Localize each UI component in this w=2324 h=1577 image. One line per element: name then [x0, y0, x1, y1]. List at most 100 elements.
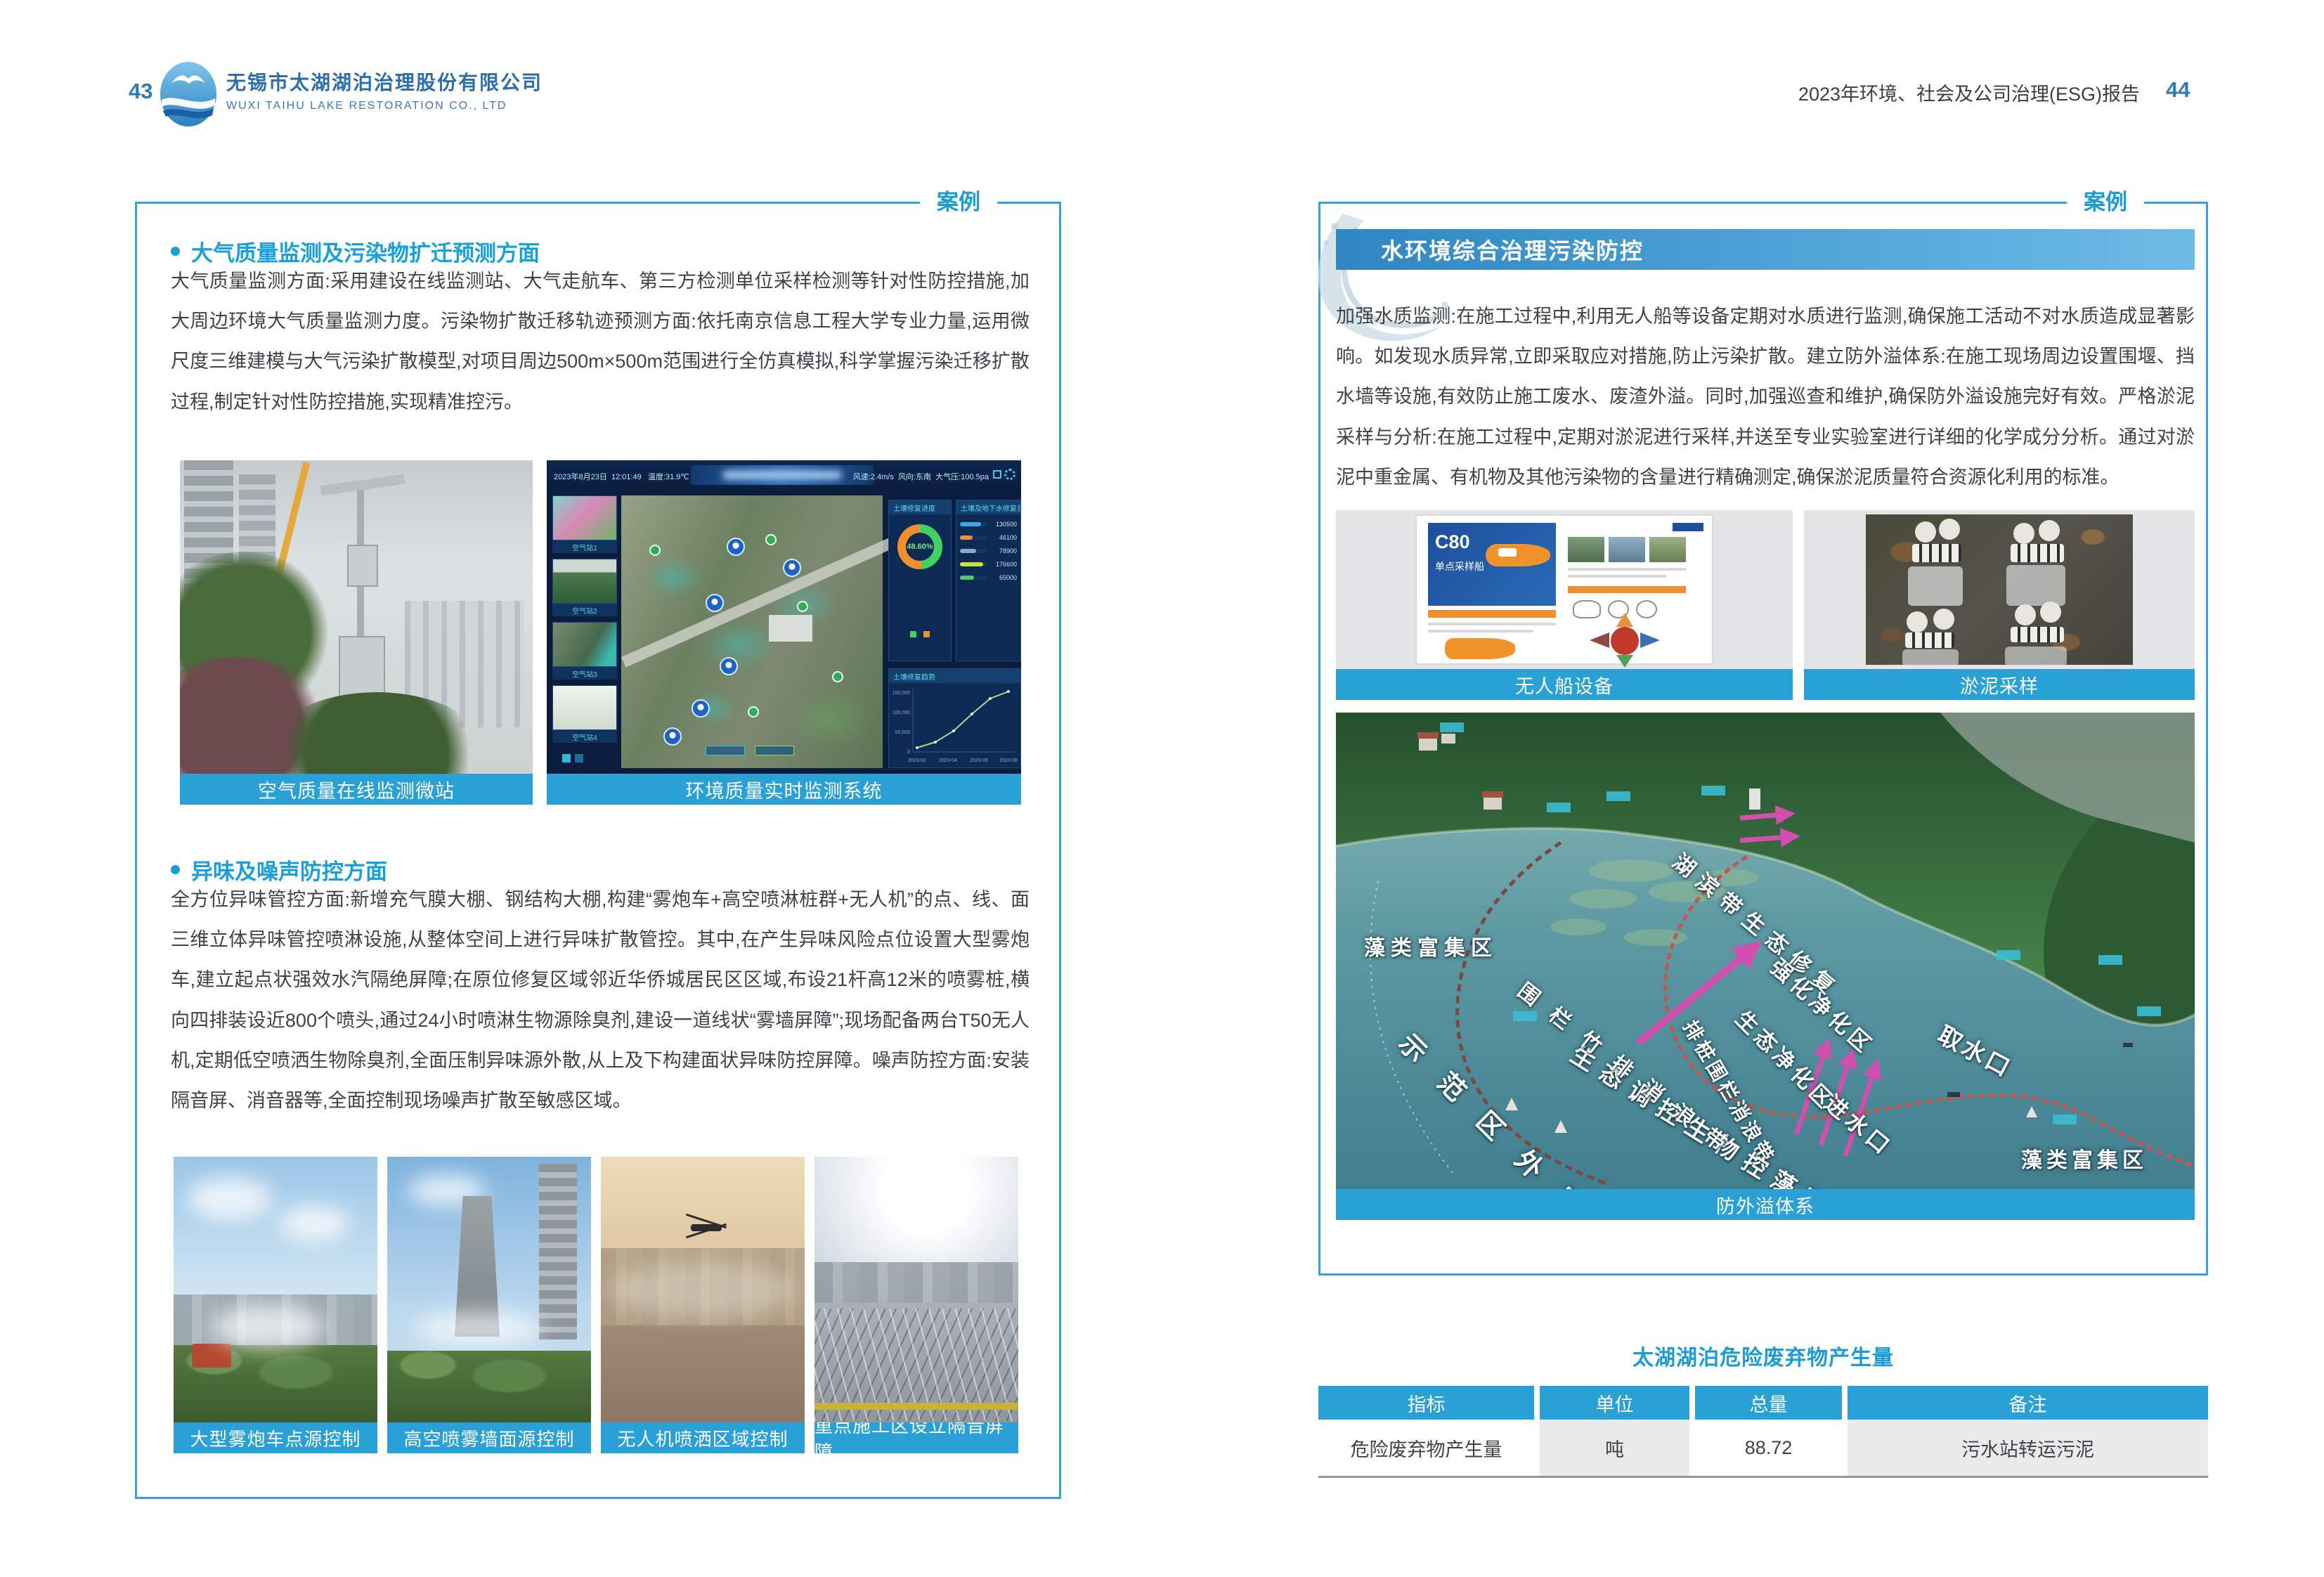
pinwheel-center: [1611, 627, 1639, 655]
map-marker[interactable]: [663, 727, 682, 746]
pager-dot[interactable]: [562, 754, 571, 762]
soil-trend-panel: 土壤修复趋势 150,000 100,000 50,000 0 2023-02 …: [888, 668, 1021, 768]
sample-bag: [2005, 647, 2067, 666]
road-shape: [621, 537, 895, 667]
table-cell: 吨: [1540, 1420, 1689, 1476]
svg-text:50,000: 50,000: [895, 730, 911, 735]
boat-sketch: [1573, 600, 1601, 618]
sample-tubes: [1905, 632, 1954, 648]
table-cell: 污水站转运污泥: [1848, 1420, 2208, 1476]
photo-drone-spray: 无人机喷洒区域控制: [601, 1157, 805, 1453]
camera-thumb[interactable]: [552, 685, 617, 730]
brochure-thumb: [1609, 537, 1645, 562]
bullet-icon: [171, 865, 180, 874]
map-marker-green[interactable]: [748, 706, 759, 718]
lake-map-image: 藻类富集区 湖滨带生态修复 强化净化区 取水口 生态净化区 排桩围栏消浪带 生态…: [1336, 713, 2195, 1189]
camera-thumb[interactable]: [552, 559, 617, 604]
sample-bag: [1902, 649, 1959, 666]
map-marker[interactable]: [783, 559, 801, 577]
map-marker-green[interactable]: [832, 671, 843, 682]
boat-shape: [1486, 544, 1550, 566]
svg-text:150,000: 150,000: [892, 691, 910, 696]
warehouse-roof-shape: [769, 615, 812, 642]
pager-dot[interactable]: [575, 754, 583, 762]
greenery-shape: [387, 1351, 591, 1422]
photo-unmanned-boat: C80 单点采样船: [1336, 510, 1793, 700]
dashboard-screenshot: 2023年8月23日 12:01:49 温度:31.9℃ 湿度:70.9% 风速…: [547, 460, 1021, 774]
photo-caption: 淤泥采样: [1804, 669, 2195, 700]
table-header: 备注: [1848, 1386, 2208, 1420]
map-marker[interactable]: [692, 699, 710, 718]
fog-cannon-truck-shape: [192, 1344, 231, 1368]
boat-name: 单点采样船: [1435, 559, 1484, 573]
report-title: 2023年环境、社会及公司治理(ESG)报告: [1789, 79, 2140, 106]
photo-overflow-prevention-map: 藻类富集区 湖滨带生态修复 强化净化区 取水口 生态净化区 排桩围栏消浪带 生态…: [1336, 713, 2195, 1220]
dash-time: 12:01:49: [611, 473, 642, 481]
camera-thumb[interactable]: [552, 622, 617, 667]
camera-thumb[interactable]: [552, 495, 617, 540]
env-dashboard: 2023年8月23日 12:01:49 温度:31.9℃ 湿度:70.9% 风速…: [547, 460, 1021, 774]
map-marker-green[interactable]: [649, 545, 661, 556]
spray-wall-image: [387, 1157, 591, 1422]
dash-wind-dir: 风向:东南: [898, 473, 931, 481]
brochure-header-panel: C80 单点采样船: [1428, 523, 1556, 606]
photo-caption: 无人机喷洒区域控制: [601, 1422, 805, 1453]
map-marker[interactable]: [706, 594, 724, 612]
dash-temp: 温度:31.9℃: [648, 473, 689, 481]
table-header: 单位: [1540, 1386, 1689, 1420]
yellow-beam-shape: [814, 1403, 1018, 1410]
ground-photo: [1866, 514, 2133, 665]
sample-bag: [1908, 566, 1963, 606]
panel-title: 土壤及地下水修复总量: [956, 500, 1020, 514]
odor-noise-paragraph: 全方位异味管控方面:新增充气膜大棚、钢结构大棚,构建“雾炮车+高空喷淋桩群+无人…: [171, 880, 1030, 1121]
mud-sampling-image: [1804, 510, 2195, 669]
air-monitoring-station-image: [180, 460, 533, 774]
svg-text:2023-06: 2023-06: [970, 758, 988, 763]
svg-text:2023-02: 2023-02: [908, 758, 926, 763]
map-marker[interactable]: [727, 538, 745, 556]
map-label: 藻类富集区: [1364, 930, 1498, 961]
page-number-left: 43: [129, 79, 152, 104]
boat-sketch: [1636, 600, 1657, 618]
photo-caption: 高空喷雾墙面源控制: [387, 1422, 591, 1453]
satellite-map[interactable]: [621, 495, 883, 768]
svg-text:100,000: 100,000: [892, 710, 910, 715]
fullscreen-icon[interactable]: [993, 470, 1001, 479]
svg-text:0: 0: [907, 750, 910, 755]
brochure-thumb: [1649, 537, 1686, 562]
soil-progress-panel: 土壤修复进度 48.60%: [888, 500, 952, 661]
map-marker[interactable]: [720, 657, 738, 675]
map-marker-green[interactable]: [765, 534, 777, 545]
pinwheel-blade: [1640, 632, 1660, 648]
progress-donut-chart: 48.60%: [897, 524, 942, 569]
panel-title: 土壤修复趋势: [889, 669, 1020, 683]
legend-chip: [755, 746, 794, 755]
map-marker-green[interactable]: [797, 601, 808, 612]
dashboard-title-blurred: [691, 465, 874, 485]
page-number-right: 44: [2166, 77, 2190, 103]
boat-shape-small: [1445, 638, 1515, 659]
dash-date: 2023年8月23日: [554, 473, 607, 481]
dash-wind-speed: 风速:2.4m/s: [853, 473, 894, 481]
camera-label: 空气站4: [552, 730, 617, 743]
sample-tubes: [2011, 627, 2064, 642]
water-treatment-paragraph: 加强水质监测:在施工过程中,利用无人船等设备定期对水质进行监测,确保施工活动不对…: [1336, 297, 2195, 498]
camera-label: 空气站3: [552, 667, 617, 680]
report-spread: 43 无锡市太湖湖泊治理股份有限公司 WUXI TAIHU LAKE RESTO…: [0, 0, 2324, 1577]
sample-tubes: [2011, 544, 2064, 562]
brochure-thumb: [1568, 537, 1604, 562]
sample-tubes: [1912, 544, 1961, 562]
case-banner: 水环境综合治理污染防控: [1336, 229, 2195, 270]
photo-spray-wall: 高空喷雾墙面源控制: [387, 1157, 591, 1453]
pinwheel-blade: [1590, 632, 1609, 648]
legend-chip: [706, 746, 745, 755]
table-bottom-rule: [1318, 1476, 2208, 1478]
photo-caption: 环境质量实时监测系统: [547, 774, 1021, 805]
right-case-box: 案例 水环境综合治理污染防控 加强水质监测:在施工过程中,利用无人船等设备定期对…: [1318, 202, 2208, 1276]
photo-caption: 重点施工区设立隔音屏障: [814, 1422, 1018, 1453]
case-tag-right: 案例: [2067, 186, 2144, 219]
table-header: 总量: [1695, 1386, 1842, 1420]
sample-bag: [2006, 565, 2065, 606]
company-logo: [159, 60, 218, 128]
gear-icon[interactable]: [1004, 469, 1015, 480]
